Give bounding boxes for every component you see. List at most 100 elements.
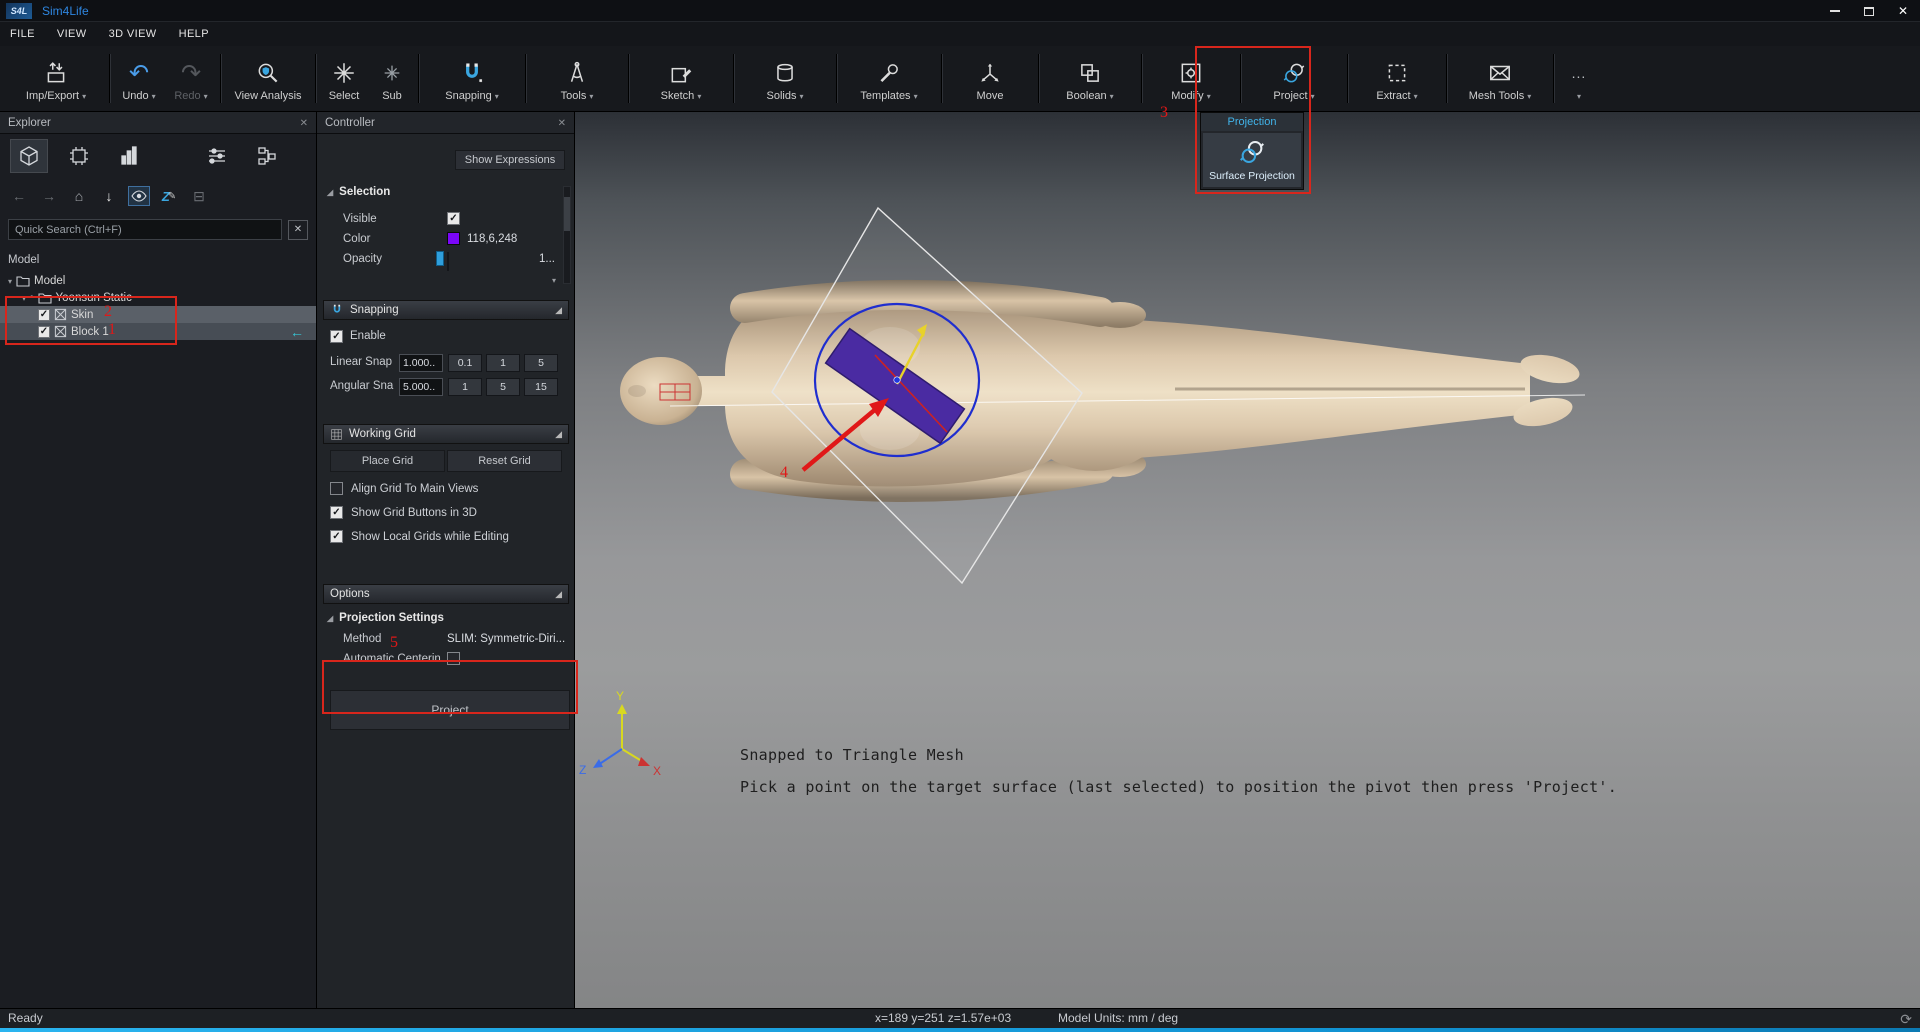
toolbar-sketch[interactable]: Sketch: [632, 46, 730, 111]
tools-icon: [564, 58, 590, 88]
working-grid-section-header[interactable]: Working Grid ◢: [323, 424, 569, 444]
sliders-icon: [205, 144, 229, 168]
toolbar-label: Solids: [767, 90, 797, 102]
chevron-down-icon: [152, 90, 156, 102]
controller-body: Show Expressions ◢ Selection Visible Col…: [317, 134, 574, 1008]
pivot-point[interactable]: [894, 377, 900, 383]
show-expressions-button[interactable]: Show Expressions: [455, 150, 565, 170]
toolbar-mesh-tools[interactable]: Mesh Tools: [1450, 46, 1550, 111]
projection-settings-title[interactable]: ◢ Projection Settings: [327, 612, 444, 624]
rename-z-icon[interactable]: Z✎: [158, 186, 180, 206]
tab-hierarchy[interactable]: [248, 139, 286, 173]
explorer-nav: ← → ⌂ ↓ Z✎ ⊟: [0, 177, 316, 213]
angular-snap-label: Angular Sna: [330, 380, 393, 392]
reset-grid-button[interactable]: Reset Grid: [447, 450, 562, 472]
toolbar-label: Imp/Export: [26, 90, 79, 102]
progress-line: [0, 1028, 1920, 1032]
collapse-all-icon[interactable]: ⊟: [188, 186, 210, 206]
toolbar-solids[interactable]: Solids: [737, 46, 833, 111]
maximize-button[interactable]: [1852, 0, 1886, 22]
align-grid-checkbox[interactable]: [330, 482, 343, 495]
toolbar-more[interactable]: ...: [1557, 46, 1601, 111]
linear-step-button[interactable]: 5: [524, 354, 558, 372]
tab-model[interactable]: [10, 139, 48, 173]
close-button[interactable]: [1886, 0, 1920, 22]
body-model[interactable]: [620, 290, 1582, 487]
back-icon[interactable]: ←: [8, 186, 30, 206]
viewport-3d[interactable]: Y X Z Snapped to Triangle Mesh Pick a po…: [575, 112, 1920, 1008]
toolbar-select[interactable]: Select: [319, 46, 369, 111]
tree-row-model[interactable]: Model: [0, 272, 316, 289]
expand-down-icon[interactable]: ↓: [98, 186, 120, 206]
annotation-number-4: 4: [780, 464, 788, 482]
scrollbar[interactable]: [563, 186, 571, 284]
linear-step-button[interactable]: 0.1: [448, 354, 482, 372]
toolbar-undo[interactable]: ↶ Undo: [113, 46, 165, 111]
chevron-down-icon: [1311, 90, 1315, 102]
color-value: 118,6,248: [467, 233, 517, 245]
toolbar-label: Undo: [122, 90, 148, 102]
collapse-chevron-icon[interactable]: ▾: [552, 276, 556, 285]
toolbar-snapping[interactable]: Snapping: [422, 46, 522, 111]
search-input[interactable]: [8, 219, 282, 240]
toolbar-label: Mesh Tools: [1469, 90, 1524, 102]
angular-step-button[interactable]: 15: [524, 378, 558, 396]
collapse-triangle-icon: ◢: [555, 589, 562, 600]
show-local-grids-checkbox[interactable]: [330, 530, 343, 543]
snapping-enable-checkbox[interactable]: [330, 330, 343, 343]
window-controls: [1818, 0, 1920, 22]
toolbar-separator: [525, 54, 526, 103]
angular-snap-input[interactable]: 5.000..: [399, 378, 443, 396]
toolbar-sub[interactable]: Sub: [369, 46, 415, 111]
jump-to-item-icon[interactable]: ←: [290, 324, 304, 340]
toolbar-templates[interactable]: Templates: [840, 46, 938, 111]
show-grid-buttons-checkbox[interactable]: [330, 506, 343, 519]
close-icon[interactable]: [558, 117, 566, 129]
toolbar-imp-export[interactable]: Imp/Export: [6, 46, 106, 111]
angular-step-button[interactable]: 1: [448, 378, 482, 396]
angular-step-button[interactable]: 5: [486, 378, 520, 396]
place-grid-button[interactable]: Place Grid: [330, 450, 445, 472]
slider-handle[interactable]: [436, 251, 444, 266]
magnet-icon: [459, 58, 485, 88]
options-section-header[interactable]: Options ◢: [323, 584, 569, 604]
explorer-search-row: [0, 213, 316, 244]
snapping-section-header[interactable]: Snapping ◢: [323, 300, 569, 320]
toolbar-boolean[interactable]: Boolean: [1042, 46, 1138, 111]
visible-checkbox[interactable]: [447, 212, 460, 225]
tab-simulation[interactable]: [60, 139, 98, 173]
method-value[interactable]: SLIM: Symmetric-Diri...: [447, 633, 565, 645]
annotation-box-project: [1195, 46, 1311, 194]
opacity-slider[interactable]: [447, 252, 449, 271]
forward-icon[interactable]: →: [38, 186, 60, 206]
visibility-eye-icon[interactable]: [128, 186, 150, 206]
menu-file[interactable]: FILE: [10, 28, 35, 40]
clear-search-icon[interactable]: [288, 220, 308, 240]
view-analysis-icon: [255, 58, 281, 88]
toolbar-separator: [315, 54, 316, 103]
toolbar-separator: [1141, 54, 1142, 103]
selection-section-title[interactable]: ◢ Selection: [327, 186, 390, 198]
color-swatch[interactable]: [447, 232, 460, 245]
menu-view[interactable]: VIEW: [57, 28, 87, 40]
menu-help[interactable]: HELP: [179, 28, 209, 40]
toolbar-move[interactable]: Move: [945, 46, 1035, 111]
minimize-button[interactable]: [1818, 0, 1852, 22]
linear-step-button[interactable]: 1: [486, 354, 520, 372]
toolbar-view-analysis[interactable]: View Analysis: [224, 46, 312, 111]
toolbar-tools[interactable]: Tools: [529, 46, 625, 111]
expander-icon[interactable]: [8, 275, 12, 287]
move-axes-icon: [977, 58, 1003, 88]
toolbar-redo[interactable]: ↷ Redo: [165, 46, 217, 111]
toolbar-extract[interactable]: Extract: [1351, 46, 1443, 111]
linear-snap-input[interactable]: 1.000..: [399, 354, 443, 372]
home-icon[interactable]: ⌂: [68, 186, 90, 206]
annotation-number-5: 5: [390, 634, 398, 652]
undo-icon: ↶: [129, 58, 149, 88]
close-icon[interactable]: [300, 117, 308, 129]
tab-analysis[interactable]: [110, 139, 148, 173]
menu-3d-view[interactable]: 3D VIEW: [109, 28, 157, 40]
annotation-box-project-button: [322, 660, 578, 714]
scrollbar-thumb[interactable]: [564, 197, 570, 231]
tab-properties[interactable]: [198, 139, 236, 173]
